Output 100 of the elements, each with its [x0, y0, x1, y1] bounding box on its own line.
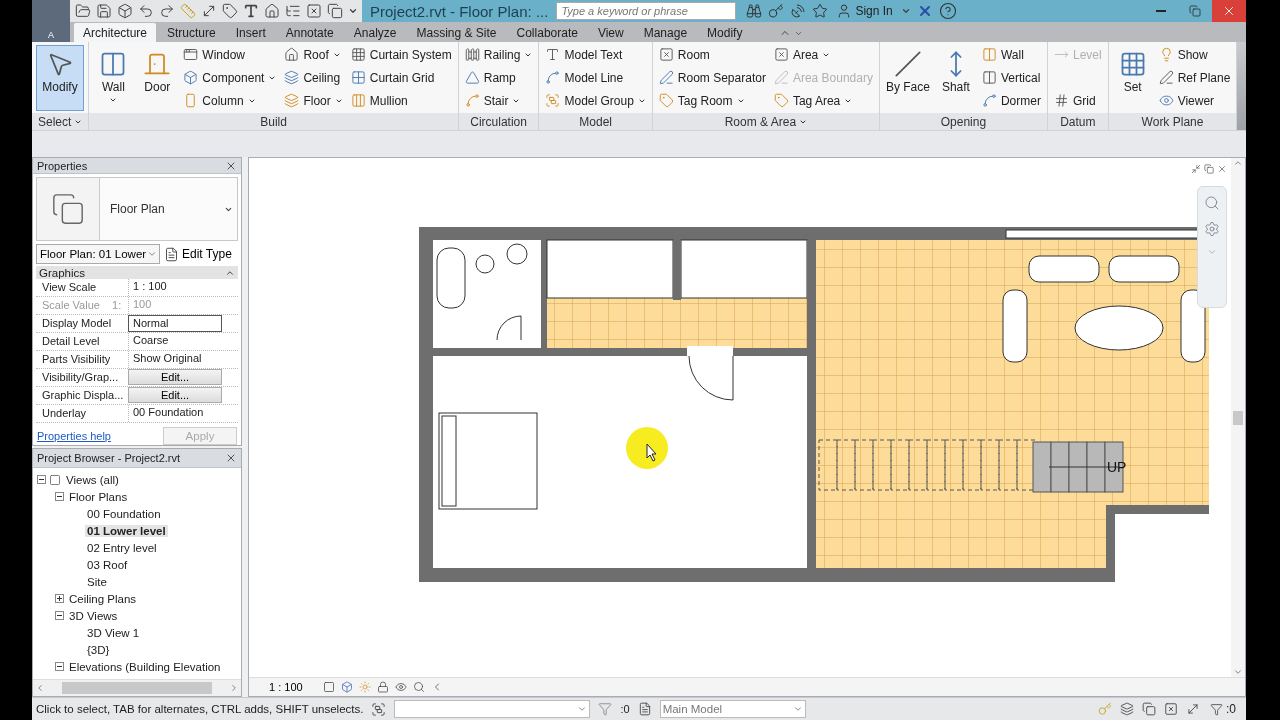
- ribbon-tab[interactable]: Massing & Site: [407, 23, 506, 42]
- caret-icon[interactable]: [900, 6, 911, 16]
- close-icon[interactable]: [1217, 164, 1227, 174]
- search-icon[interactable]: [1204, 195, 1220, 211]
- sign-in-button[interactable]: Sign In: [834, 3, 895, 19]
- collapse-toggle-icon[interactable]: [55, 492, 64, 501]
- star-icon[interactable]: [812, 3, 829, 19]
- browser-item[interactable]: 00 Foundation: [85, 507, 163, 520]
- caret-icon[interactable]: [348, 6, 358, 16]
- cube-icon[interactable]: [117, 3, 133, 19]
- group-header[interactable]: Graphics: [36, 266, 238, 279]
- collapse-toggle-icon[interactable]: [55, 662, 64, 671]
- ribbon-tool-button[interactable]: Window: [181, 44, 279, 65]
- edit-button[interactable]: Edit...: [128, 387, 222, 403]
- ribbon-tab[interactable]: Modify: [698, 23, 752, 42]
- ribbon-tab[interactable]: Annotate: [276, 23, 343, 42]
- search-field[interactable]: Type a keyword or phrase: [556, 2, 737, 20]
- collapse-toggle-icon[interactable]: [37, 475, 46, 484]
- ribbon-tool-button[interactable]: Modify: [36, 44, 84, 111]
- help-icon[interactable]: [938, 2, 957, 20]
- selection-field[interactable]: [394, 700, 591, 718]
- browser-item[interactable]: 01 Lower level: [85, 524, 168, 537]
- ribbon-tool-button[interactable]: Ref Plane: [1156, 67, 1233, 88]
- ribbon-tool-button[interactable]: Tag Room: [656, 90, 768, 111]
- key-icon[interactable]: [768, 3, 785, 19]
- group-icon[interactable]: [371, 701, 387, 717]
- chevron-right-icon[interactable]: [229, 683, 239, 693]
- undo-icon[interactable]: [138, 3, 154, 19]
- panel-title[interactable]: Work Plane: [1108, 113, 1237, 130]
- ribbon-tool-button[interactable]: Roof: [282, 44, 345, 65]
- ribbon-tool-button[interactable]: Room Separator: [656, 67, 768, 88]
- app-menu-button[interactable]: A: [32, 0, 70, 42]
- binoculars-icon[interactable]: [746, 3, 763, 19]
- close-button[interactable]: [1212, 0, 1246, 22]
- chevron-left-icon[interactable]: [35, 683, 45, 693]
- ribbon-tool-button[interactable]: Vertical: [979, 67, 1043, 88]
- cube-icon[interactable]: [340, 681, 353, 693]
- ribbon-tab[interactable]: Structure: [158, 23, 225, 42]
- ribbon-tool-button[interactable]: Component: [181, 67, 279, 88]
- ribbon-tool-button[interactable]: Ramp: [462, 67, 535, 88]
- search-icon[interactable]: [412, 681, 425, 693]
- square-icon[interactable]: [322, 681, 335, 693]
- drawing-canvas[interactable]: UP 1 : 100: [248, 157, 1246, 697]
- ribbon-tool-button[interactable]: Ceiling: [282, 67, 345, 88]
- save-icon[interactable]: [96, 3, 112, 19]
- ribbon-tool-button[interactable]: Shaft: [935, 44, 976, 111]
- panel-title[interactable]: Model: [539, 113, 652, 130]
- document-icon[interactable]: [637, 702, 652, 716]
- ribbon-tool-button[interactable]: By Face: [883, 44, 932, 111]
- panel-title[interactable]: Build: [89, 113, 458, 130]
- gear-icon[interactable]: [1204, 221, 1220, 237]
- type-selector[interactable]: Floor Plan: [36, 177, 238, 242]
- lock-icon[interactable]: [376, 681, 389, 693]
- ribbon-tool-button[interactable]: Viewer: [1156, 90, 1233, 111]
- eye-icon[interactable]: [394, 681, 407, 693]
- ribbon-tool-button[interactable]: Show: [1156, 44, 1233, 65]
- panel-title[interactable]: Select: [32, 113, 89, 130]
- redo-icon[interactable]: [159, 3, 175, 19]
- ribbon-tool-button[interactable]: Area: [771, 44, 875, 65]
- panel-title[interactable]: Opening: [879, 113, 1047, 130]
- diagonal-arrow-icon[interactable]: [1186, 702, 1200, 716]
- horizontal-scrollbar[interactable]: [33, 679, 241, 696]
- minimize-icon[interactable]: [1191, 164, 1201, 174]
- ribbon-tool-button[interactable]: Set: [1112, 44, 1153, 111]
- ribbon-tool-button[interactable]: Model Group: [543, 90, 648, 111]
- ribbon-tab[interactable]: Manage: [634, 23, 697, 42]
- browser-item[interactable]: Site: [85, 575, 109, 588]
- expand-toggle-icon[interactable]: [55, 594, 64, 603]
- ribbon-tool-button[interactable]: Floor: [282, 90, 345, 111]
- ribbon-tool-button[interactable]: Dormer: [979, 90, 1043, 111]
- ribbon-tool-button[interactable]: Model Text: [543, 44, 648, 65]
- ribbon-tool-button[interactable]: Railing: [462, 44, 535, 65]
- ribbon-tab[interactable]: Insert: [226, 23, 275, 42]
- filter-button[interactable]: :0: [1208, 702, 1238, 716]
- satellite-dish-icon[interactable]: [790, 3, 807, 19]
- copy-icon[interactable]: [1142, 702, 1156, 716]
- ribbon-tab[interactable]: View: [588, 23, 633, 42]
- ribbon-tool-button[interactable]: Stair: [462, 90, 535, 111]
- ribbon-tool-button[interactable]: Door: [137, 44, 178, 111]
- ribbon-tool-button[interactable]: Curtain System: [348, 44, 454, 65]
- view-dropdown[interactable]: Floor Plan: 01 Lower: [36, 244, 160, 265]
- ribbon-tool-button[interactable]: Tag Area: [771, 90, 875, 111]
- collapse-toggle-icon[interactable]: [55, 611, 64, 620]
- scrollbar-thumb[interactable]: [62, 682, 212, 694]
- browser-item[interactable]: Elevations (Building Elevation: [67, 660, 223, 673]
- help-link[interactable]: Properties help: [37, 430, 111, 442]
- ribbon-tab[interactable]: Collaborate: [507, 23, 587, 42]
- edit-type-button[interactable]: Edit Type: [164, 246, 232, 262]
- restore-icon[interactable]: [1204, 164, 1214, 174]
- open-folder-icon[interactable]: [75, 3, 91, 19]
- house-icon[interactable]: [264, 3, 280, 19]
- panel-title[interactable]: Circulation: [458, 113, 539, 130]
- tag-icon[interactable]: [222, 3, 238, 19]
- browser-item[interactable]: Ceiling Plans: [67, 592, 139, 605]
- ribbon-tool-button[interactable]: Column: [181, 90, 279, 111]
- ribbon-tool-button[interactable]: Room: [656, 44, 768, 65]
- ribbon-tab[interactable]: Analyze: [344, 23, 406, 42]
- browser-item[interactable]: Views (all): [64, 473, 121, 486]
- browser-item[interactable]: {3D}: [85, 643, 112, 656]
- crossed-square-icon[interactable]: [1164, 702, 1178, 716]
